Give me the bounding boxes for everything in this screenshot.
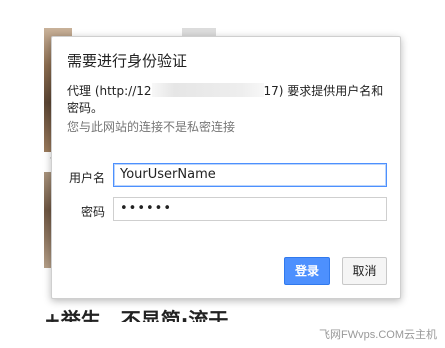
username-input[interactable]: YourUserName	[113, 163, 387, 187]
proxy-message-prefix: 代理 (http://12	[67, 84, 152, 98]
dialog-title: 需要进行身份验证	[67, 52, 188, 70]
redacted-address	[151, 83, 264, 97]
background-bottom-text: +举生，不显简·流于	[44, 308, 229, 322]
cancel-button[interactable]: 取消	[342, 257, 387, 285]
watermark: 飞网FWvps.COM云主机	[319, 329, 437, 341]
auth-dialog: 需要进行身份验证 代理 (http://12 17) 要求提供用户名和密码。 您与…	[51, 36, 401, 299]
proxy-message: 代理 (http://12 17) 要求提供用户名和密码。	[67, 83, 387, 117]
password-label: 密码	[80, 205, 105, 219]
privacy-note: 您与此网站的连接不是私密连接	[67, 120, 236, 134]
login-button[interactable]: 登录	[284, 257, 330, 285]
password-input[interactable]: ••••••	[113, 197, 387, 221]
username-label: 用户名	[68, 171, 105, 185]
